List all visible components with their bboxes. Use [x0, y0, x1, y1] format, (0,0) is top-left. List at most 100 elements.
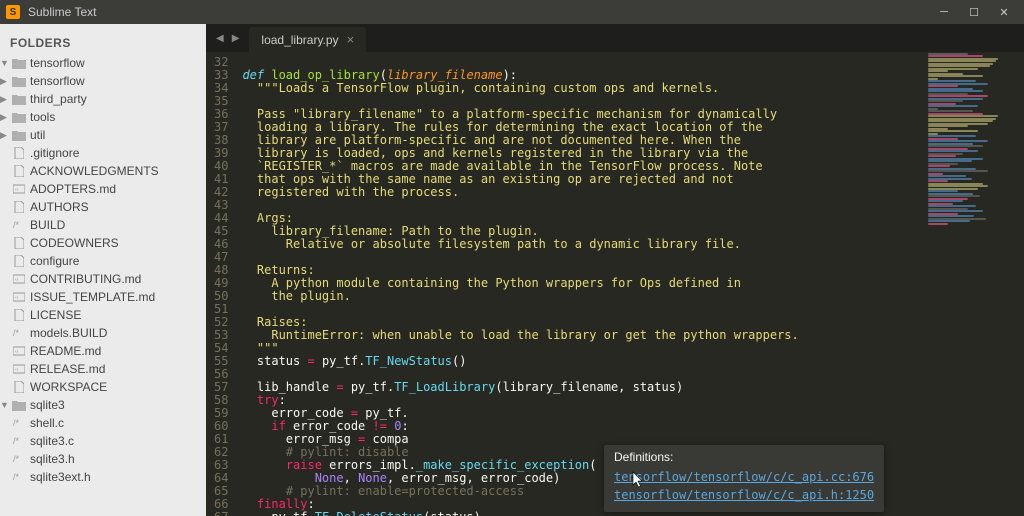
- file-item[interactable]: /*sqlite3.h: [0, 450, 206, 468]
- folder-root[interactable]: ▼tensorflow: [0, 54, 206, 72]
- svg-text:/*: /*: [13, 454, 20, 464]
- minimap-line: [928, 195, 980, 197]
- file-item[interactable]: configure: [0, 252, 206, 270]
- file-icon: [12, 201, 26, 213]
- code-editor[interactable]: 3233343536373839404142434445464748495051…: [206, 52, 1024, 516]
- minimap-line: [928, 95, 988, 97]
- file-item[interactable]: LICENSE: [0, 306, 206, 324]
- code-line[interactable]: status = py_tf.TF_NewStatus(): [242, 355, 1024, 368]
- window-close-button[interactable]: ✕: [998, 6, 1010, 19]
- code-line[interactable]: [242, 251, 1024, 264]
- file-icon: [12, 165, 26, 177]
- definition-link[interactable]: tensorflow/tensorflow/c/c_api.h:1250: [614, 486, 874, 504]
- code-line[interactable]: [242, 303, 1024, 316]
- file-item[interactable]: ‹›RELEASE.md: [0, 360, 206, 378]
- folder-icon: [12, 57, 26, 69]
- sidebar-header: FOLDERS: [0, 32, 206, 54]
- file-icon: /*: [12, 453, 26, 465]
- window-maximize-button[interactable]: ☐: [968, 6, 980, 19]
- code-line[interactable]: [242, 199, 1024, 212]
- minimap-line: [928, 135, 976, 137]
- file-item[interactable]: AUTHORS: [0, 198, 206, 216]
- file-icon: /*: [12, 327, 26, 339]
- minimap-line: [928, 125, 968, 127]
- file-item[interactable]: WORKSPACE: [0, 378, 206, 396]
- tooltip-title: Definitions:: [614, 451, 874, 464]
- file-item[interactable]: ‹›CONTRIBUTING.md: [0, 270, 206, 288]
- folder-icon: [12, 399, 26, 411]
- folder-label: tools: [30, 110, 55, 124]
- folder-item[interactable]: ▶util: [0, 126, 206, 144]
- disclosure-triangle-icon[interactable]: ▶: [0, 130, 10, 141]
- code-line[interactable]: lib_handle = py_tf.TF_LoadLibrary(librar…: [242, 381, 1024, 394]
- file-icon: /*: [12, 417, 26, 429]
- minimap-line: [928, 140, 988, 142]
- minimap-line: [928, 210, 983, 212]
- file-item[interactable]: /*BUILD: [0, 216, 206, 234]
- minimap-line: [928, 70, 948, 72]
- minimap-line: [928, 145, 983, 147]
- folder-icon: [12, 111, 26, 123]
- file-label: models.BUILD: [30, 326, 107, 340]
- file-item[interactable]: /*sqlite3.c: [0, 432, 206, 450]
- file-item[interactable]: .gitignore: [0, 144, 206, 162]
- code-line[interactable]: the plugin.: [242, 290, 1024, 303]
- folder-root[interactable]: ▼sqlite3: [0, 396, 206, 414]
- minimap-line: [928, 170, 988, 172]
- window-minimize-button[interactable]: ─: [938, 6, 950, 19]
- folder-label: tensorflow: [30, 74, 85, 88]
- file-item[interactable]: CODEOWNERS: [0, 234, 206, 252]
- minimap-line: [928, 215, 974, 217]
- code-line[interactable]: registered with the process.: [242, 186, 1024, 199]
- definition-link[interactable]: tensorflow/tensorflow/c/c_api.cc:676: [614, 468, 874, 486]
- disclosure-triangle-icon[interactable]: ▶: [0, 112, 10, 123]
- file-label: LICENSE: [30, 308, 81, 322]
- minimap-line: [928, 105, 978, 107]
- svg-text:‹›: ‹›: [15, 349, 19, 355]
- file-icon: ‹›: [12, 363, 26, 375]
- folder-icon: [12, 129, 26, 141]
- file-label: README.md: [30, 344, 101, 358]
- file-item[interactable]: ‹›ADOPTERS.md: [0, 180, 206, 198]
- line-number: 67: [214, 511, 228, 516]
- disclosure-triangle-icon[interactable]: ▼: [0, 400, 10, 410]
- tab-bar: ◀ ▶ load_library.py ×: [206, 24, 1024, 52]
- file-label: .gitignore: [30, 146, 79, 160]
- file-item[interactable]: /* sqlite3ext.h: [0, 468, 206, 486]
- folder-item[interactable]: ▶ tools: [0, 108, 206, 126]
- code-line[interactable]: """Loads a TensorFlow plugin, containing…: [242, 82, 1024, 95]
- tab-active[interactable]: load_library.py ×: [249, 27, 366, 52]
- nav-back-icon[interactable]: ◀: [216, 33, 224, 44]
- code-line[interactable]: RuntimeError: when unable to load the li…: [242, 329, 1024, 342]
- file-icon: ‹›: [12, 291, 26, 303]
- app-icon: S: [6, 5, 20, 19]
- minimap-line: [928, 220, 970, 222]
- file-item[interactable]: ACKNOWLEDGMENTS: [0, 162, 206, 180]
- disclosure-triangle-icon[interactable]: ▶: [0, 76, 10, 87]
- file-label: sqlite3ext.h: [30, 470, 91, 484]
- file-item[interactable]: /*shell.c: [0, 414, 206, 432]
- minimap-line: [928, 165, 950, 167]
- code-line[interactable]: Relative or absolute filesystem path to …: [242, 238, 1024, 251]
- code-line[interactable]: A python module containing the Python wr…: [242, 277, 1024, 290]
- file-item[interactable]: ‹› ISSUE_TEMPLATE.md: [0, 288, 206, 306]
- folder-item[interactable]: ▶third_party: [0, 90, 206, 108]
- minimap-line: [928, 100, 963, 102]
- disclosure-triangle-icon[interactable]: ▼: [0, 58, 10, 68]
- folder-sidebar[interactable]: FOLDERS ▼tensorflow ▶ tensorflow ▶third_par…: [0, 24, 206, 516]
- file-label: ISSUE_TEMPLATE.md: [30, 290, 155, 304]
- file-icon: ‹›: [12, 273, 26, 285]
- file-label: configure: [30, 254, 79, 268]
- svg-text:‹›: ‹›: [15, 277, 19, 283]
- file-item[interactable]: ‹› README.md: [0, 342, 206, 360]
- tab-close-icon[interactable]: ×: [347, 32, 355, 47]
- minimap[interactable]: [924, 52, 1024, 516]
- svg-text:/*: /*: [13, 472, 20, 482]
- file-item[interactable]: /* models.BUILD: [0, 324, 206, 342]
- nav-forward-icon[interactable]: ▶: [232, 33, 240, 44]
- folder-item[interactable]: ▶ tensorflow: [0, 72, 206, 90]
- minimap-line: [928, 110, 973, 112]
- svg-text:/*: /*: [13, 418, 20, 428]
- disclosure-triangle-icon[interactable]: ▶: [0, 94, 10, 105]
- title-bar: S Sublime Text ─ ☐ ✕: [0, 0, 1024, 24]
